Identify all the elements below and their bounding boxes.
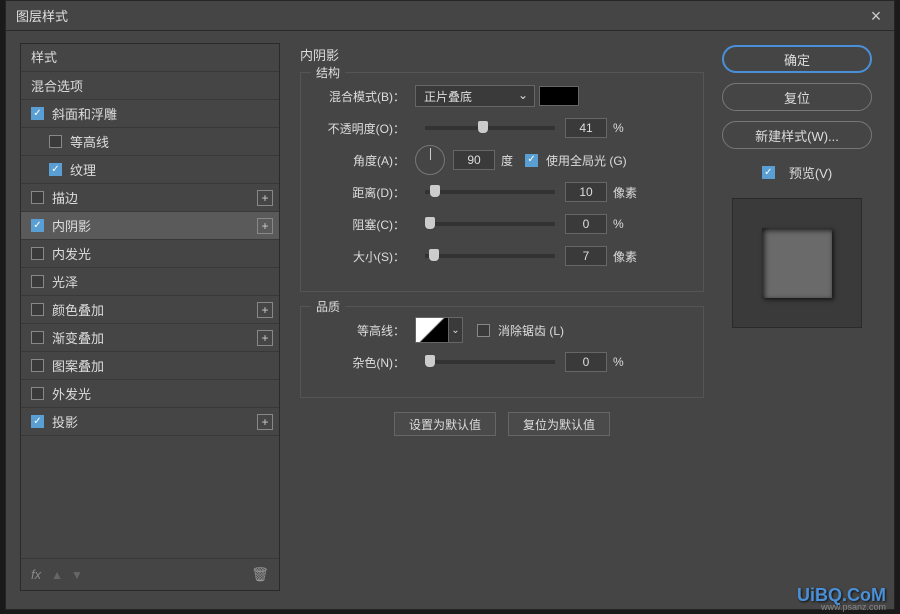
plus-icon[interactable]: + <box>257 302 273 318</box>
dialog-title: 图层样式 <box>16 6 68 25</box>
style-label: 内发光 <box>52 244 91 263</box>
move-down-icon[interactable]: ▼ <box>71 568 83 582</box>
style-label: 斜面和浮雕 <box>52 104 117 123</box>
plus-icon[interactable]: + <box>257 190 273 206</box>
action-panel: 确定 复位 新建样式(W)... 预览(V) <box>714 31 894 591</box>
fx-icon[interactable]: fx <box>31 567 41 582</box>
size-label: 大小(S)： <box>315 248 405 265</box>
style-item-4[interactable]: 内阴影 + <box>21 212 279 240</box>
move-up-icon[interactable]: ▲ <box>51 568 63 582</box>
style-checkbox[interactable] <box>31 387 44 400</box>
style-label: 描边 <box>52 188 78 207</box>
blending-options-item[interactable]: 混合选项 <box>21 72 279 100</box>
style-checkbox[interactable] <box>31 303 44 316</box>
distance-slider[interactable] <box>425 190 555 194</box>
style-label: 渐变叠加 <box>52 328 104 347</box>
distance-label: 距离(D)： <box>315 184 405 201</box>
style-checkbox[interactable] <box>31 275 44 288</box>
style-checkbox[interactable] <box>31 415 44 428</box>
angle-input[interactable] <box>453 150 495 170</box>
style-checkbox[interactable] <box>31 331 44 344</box>
plus-icon[interactable]: + <box>257 330 273 346</box>
distance-input[interactable] <box>565 182 607 202</box>
titlebar: 图层样式 × <box>6 1 894 31</box>
style-label: 内阴影 <box>52 216 91 235</box>
style-item-1[interactable]: 等高线 <box>21 128 279 156</box>
close-icon[interactable]: × <box>868 8 884 24</box>
section-title: 内阴影 <box>300 45 704 64</box>
styles-list-panel: 样式 混合选项 斜面和浮雕等高线纹理描边 + 内阴影 + 内发光光泽颜色叠加 + 渐变叠加 +… <box>20 43 280 591</box>
style-label: 纹理 <box>70 160 96 179</box>
choke-input[interactable] <box>565 214 607 234</box>
plus-icon[interactable]: + <box>257 218 273 234</box>
blend-mode-dropdown[interactable]: 正片叠底 <box>415 85 535 107</box>
style-checkbox[interactable] <box>31 219 44 232</box>
opacity-label: 不透明度(O)： <box>315 120 405 137</box>
plus-icon[interactable]: + <box>257 414 273 430</box>
styles-footer: fx ▲ ▼ 🗑 <box>21 558 279 590</box>
ok-button[interactable]: 确定 <box>722 45 872 73</box>
style-item-9[interactable]: 图案叠加 <box>21 352 279 380</box>
angle-label: 角度(A)： <box>315 152 405 169</box>
style-item-10[interactable]: 外发光 <box>21 380 279 408</box>
style-item-7[interactable]: 颜色叠加 + <box>21 296 279 324</box>
preview-thumbnail <box>732 198 862 328</box>
style-checkbox[interactable] <box>31 359 44 372</box>
style-item-0[interactable]: 斜面和浮雕 <box>21 100 279 128</box>
size-slider[interactable] <box>425 254 555 258</box>
shadow-color-swatch[interactable] <box>539 86 579 106</box>
style-label: 外发光 <box>52 384 91 403</box>
style-item-3[interactable]: 描边 + <box>21 184 279 212</box>
preview-checkbox[interactable] <box>762 166 775 179</box>
choke-label: 阻塞(C)： <box>315 216 405 233</box>
structure-group: 结构 混合模式(B)： 正片叠底 不透明度(O)： % 角度(A)： 度 <box>300 72 704 292</box>
cancel-button[interactable]: 复位 <box>722 83 872 111</box>
style-checkbox[interactable] <box>49 163 62 176</box>
style-item-6[interactable]: 光泽 <box>21 268 279 296</box>
new-style-button[interactable]: 新建样式(W)... <box>722 121 872 149</box>
noise-label: 杂色(N)： <box>315 354 405 371</box>
style-checkbox[interactable] <box>31 107 44 120</box>
antialias-checkbox[interactable] <box>477 324 490 337</box>
style-checkbox[interactable] <box>31 247 44 260</box>
layer-style-dialog: 图层样式 × 样式 混合选项 斜面和浮雕等高线纹理描边 + 内阴影 + 内发光光泽颜色叠… <box>5 0 895 610</box>
watermark-sub: www.psanz.com <box>821 602 886 612</box>
contour-picker[interactable] <box>415 317 449 343</box>
size-input[interactable] <box>565 246 607 266</box>
reset-default-button[interactable]: 复位为默认值 <box>508 412 610 436</box>
opacity-slider[interactable] <box>425 126 555 130</box>
blend-mode-label: 混合模式(B)： <box>315 88 405 105</box>
choke-slider[interactable] <box>425 222 555 226</box>
style-item-11[interactable]: 投影 + <box>21 408 279 436</box>
style-item-5[interactable]: 内发光 <box>21 240 279 268</box>
noise-slider[interactable] <box>425 360 555 364</box>
set-default-button[interactable]: 设置为默认值 <box>394 412 496 436</box>
style-item-8[interactable]: 渐变叠加 + <box>21 324 279 352</box>
contour-label: 等高线： <box>315 322 405 339</box>
global-light-checkbox[interactable] <box>525 154 538 167</box>
style-label: 颜色叠加 <box>52 300 104 319</box>
angle-dial[interactable] <box>415 145 445 175</box>
opacity-input[interactable] <box>565 118 607 138</box>
style-item-2[interactable]: 纹理 <box>21 156 279 184</box>
styles-header[interactable]: 样式 <box>21 44 279 72</box>
style-label: 光泽 <box>52 272 78 291</box>
style-checkbox[interactable] <box>31 191 44 204</box>
style-label: 投影 <box>52 412 78 431</box>
settings-panel: 内阴影 结构 混合模式(B)： 正片叠底 不透明度(O)： % 角度(A)： <box>280 31 714 591</box>
style-label: 等高线 <box>70 132 109 151</box>
contour-dropdown-icon[interactable]: ⌄ <box>449 317 463 343</box>
style-label: 图案叠加 <box>52 356 104 375</box>
trash-icon[interactable]: 🗑 <box>251 566 269 583</box>
style-checkbox[interactable] <box>49 135 62 148</box>
quality-group: 品质 等高线： ⌄ 消除锯齿 (L) 杂色(N)： % <box>300 306 704 398</box>
noise-input[interactable] <box>565 352 607 372</box>
